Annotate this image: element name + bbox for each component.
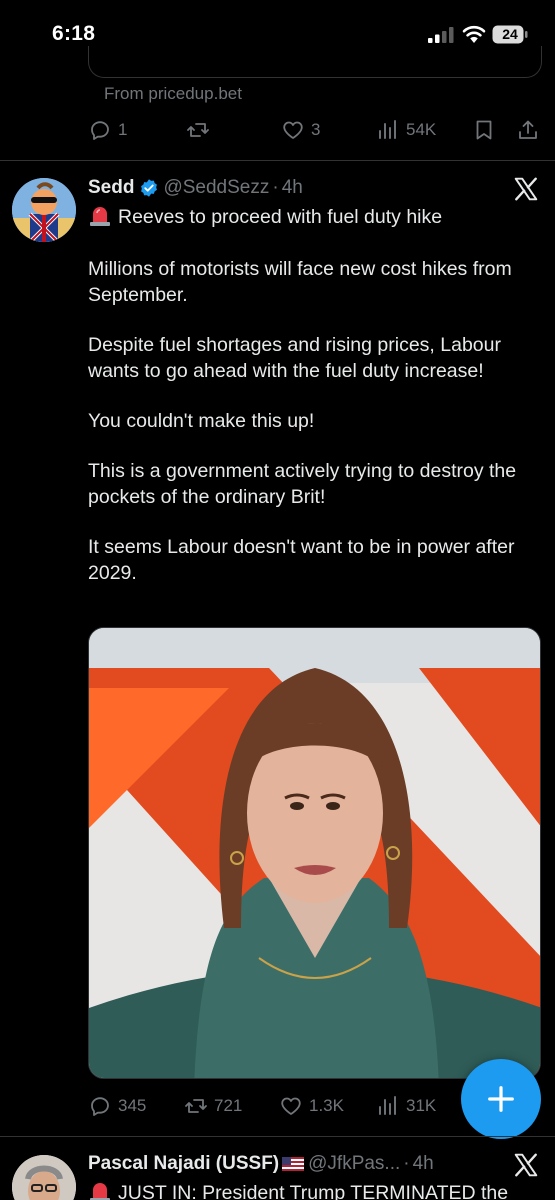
separator-dot: ·	[272, 177, 279, 198]
tweet-time[interactable]: 4h	[282, 177, 303, 199]
repost-icon	[185, 1099, 207, 1113]
divider	[0, 160, 555, 161]
views-icon	[379, 120, 396, 139]
cellular-signal-icon	[428, 27, 454, 43]
tweet-headline: Reeves to proceed with fuel duty hike	[118, 206, 443, 228]
avatar-image	[12, 178, 76, 242]
tweet-paragraph: Despite fuel shortages and rising prices…	[88, 334, 501, 382]
author-name[interactable]: Pascal Najadi (USSF)	[88, 1153, 279, 1175]
next-tweet-text: JUST IN: President Trump TERMINATED the	[88, 1180, 508, 1200]
repost-button[interactable]: 721	[184, 1091, 242, 1121]
tweet-paragraph: It seems Labour doesn't want to be in po…	[88, 536, 515, 584]
wifi-icon	[462, 25, 486, 43]
like-count: 1.3K	[309, 1096, 344, 1115]
next-tweet-header: Pascal Najadi (USSF) @JfkPas... · 4h	[88, 1150, 434, 1178]
reply-button[interactable]: 345	[88, 1091, 146, 1121]
plus-icon	[488, 1086, 514, 1112]
reply-icon	[91, 121, 109, 140]
tweet-paragraph: This is a government actively trying to …	[88, 460, 517, 508]
x-logo-icon	[514, 177, 538, 201]
tweet-text: Reeves to proceed with fuel duty hike Mi…	[88, 204, 548, 610]
tweet-paragraph: Millions of motorists will face new cost…	[88, 258, 512, 306]
previous-tweet-actions: 1 3 54K	[88, 115, 548, 145]
siren-icon	[90, 207, 110, 226]
views-button[interactable]: 31K	[376, 1091, 436, 1121]
avatar[interactable]	[12, 1155, 76, 1200]
tweet-paragraph: You couldn't make this up!	[88, 410, 315, 432]
avatar-image	[12, 1155, 76, 1200]
divider	[0, 1136, 555, 1137]
views-icon	[379, 1096, 396, 1115]
share-icon	[519, 120, 537, 139]
repost-button[interactable]	[186, 115, 216, 145]
us-flag-icon	[282, 1157, 305, 1171]
x-logo-icon	[514, 1153, 538, 1177]
reply-count: 1	[118, 120, 128, 139]
share-button[interactable]	[516, 115, 540, 145]
link-card[interactable]	[88, 46, 542, 78]
tweet-time[interactable]: 4h	[413, 1153, 434, 1175]
status-time: 6:18	[52, 22, 96, 45]
reply-icon	[91, 1097, 109, 1116]
photo-portrait	[89, 628, 540, 1078]
like-count: 3	[311, 120, 321, 139]
views-count: 31K	[406, 1096, 437, 1115]
author-handle[interactable]: @SeddSezz	[163, 177, 269, 199]
battery-level: 24	[502, 26, 518, 42]
heart-icon	[281, 1097, 301, 1115]
link-source[interactable]: From pricedup.bet	[104, 84, 242, 104]
avatar[interactable]	[12, 178, 76, 242]
like-button[interactable]: 1.3K	[279, 1091, 344, 1121]
author-handle[interactable]: @JfkPas...	[308, 1153, 400, 1175]
reply-button[interactable]: 1	[88, 115, 127, 145]
next-tweet-body: JUST IN: President Trump TERMINATED the	[118, 1182, 509, 1200]
separator-dot: ·	[403, 1153, 410, 1174]
bookmark-icon	[476, 120, 492, 140]
siren-icon	[90, 1183, 110, 1200]
bookmark-button[interactable]	[472, 115, 496, 145]
repost-icon	[187, 123, 209, 137]
heart-icon	[283, 121, 303, 139]
tweet-header: Sedd @SeddSezz · 4h	[88, 174, 303, 202]
views-count: 54K	[406, 120, 437, 139]
repost-count: 721	[214, 1096, 243, 1115]
tweet-image[interactable]	[88, 627, 541, 1079]
like-button[interactable]: 3	[281, 115, 320, 145]
reply-count: 345	[118, 1096, 147, 1115]
views-button[interactable]: 54K	[376, 115, 436, 145]
compose-button[interactable]	[461, 1059, 541, 1139]
author-name[interactable]: Sedd	[88, 177, 134, 199]
verified-badge-icon	[141, 179, 158, 197]
